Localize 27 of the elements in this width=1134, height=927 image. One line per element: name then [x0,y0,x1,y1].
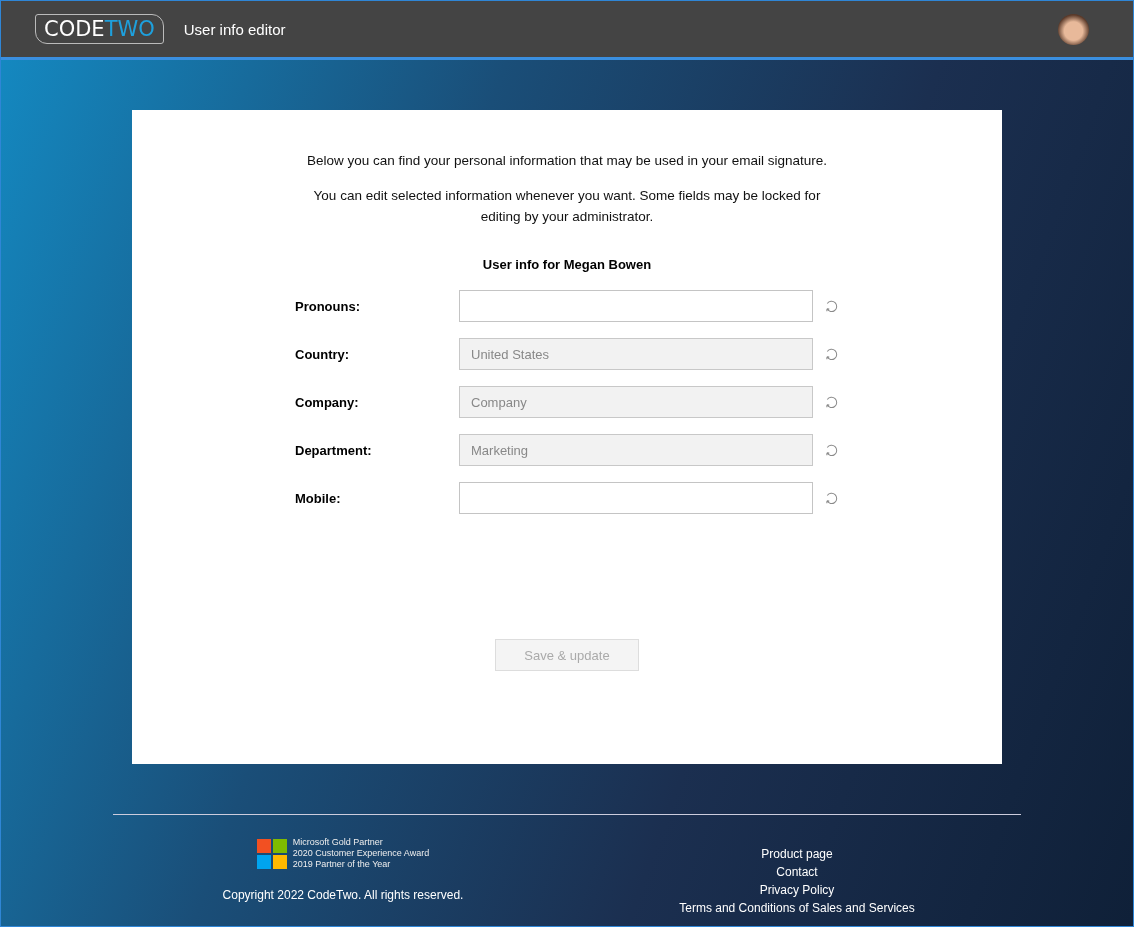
input-field[interactable] [459,482,813,514]
field-label: Company: [295,394,360,410]
award-text: Microsoft Gold Partner [292,837,384,848]
footer-link[interactable]: Terms and Conditions of Sales and Services [679,899,915,917]
form-heading: User info for Megan Bowen [482,257,652,272]
refresh-icon[interactable] [824,490,839,506]
refresh-icon[interactable] [824,394,839,410]
refresh-icon[interactable] [824,298,839,314]
refresh-icon[interactable] [824,346,839,362]
footer-link[interactable]: Privacy Policy [759,881,835,899]
award-text: 2019 Partner of the Year [292,859,392,870]
field-label: Department: [295,442,373,458]
award-text: 2020 Customer Experience Award [292,848,430,859]
footer-link[interactable]: Product page [761,845,833,863]
intro-text: Below you can find your personal information that may be used in your email signature. [305,152,828,170]
app-title: User info editor [183,20,286,38]
avatar[interactable] [1058,13,1089,45]
windows-logo-icon [256,838,287,869]
copyright-text: Copyright 2022 CodeTwo. All rights reserved. [222,888,464,902]
intro-text: You can edit selected information whenever you want. Some fields may be locked for editing by your administrator. [312,187,822,226]
field-label: Mobile: [295,490,342,506]
input-field[interactable] [459,290,813,322]
logo: CODETWO [35,14,164,44]
footer-link[interactable]: Contact [776,863,818,881]
field-label: Pronouns: [295,298,361,314]
field-label: Country: [295,346,351,362]
refresh-icon[interactable] [824,442,839,458]
